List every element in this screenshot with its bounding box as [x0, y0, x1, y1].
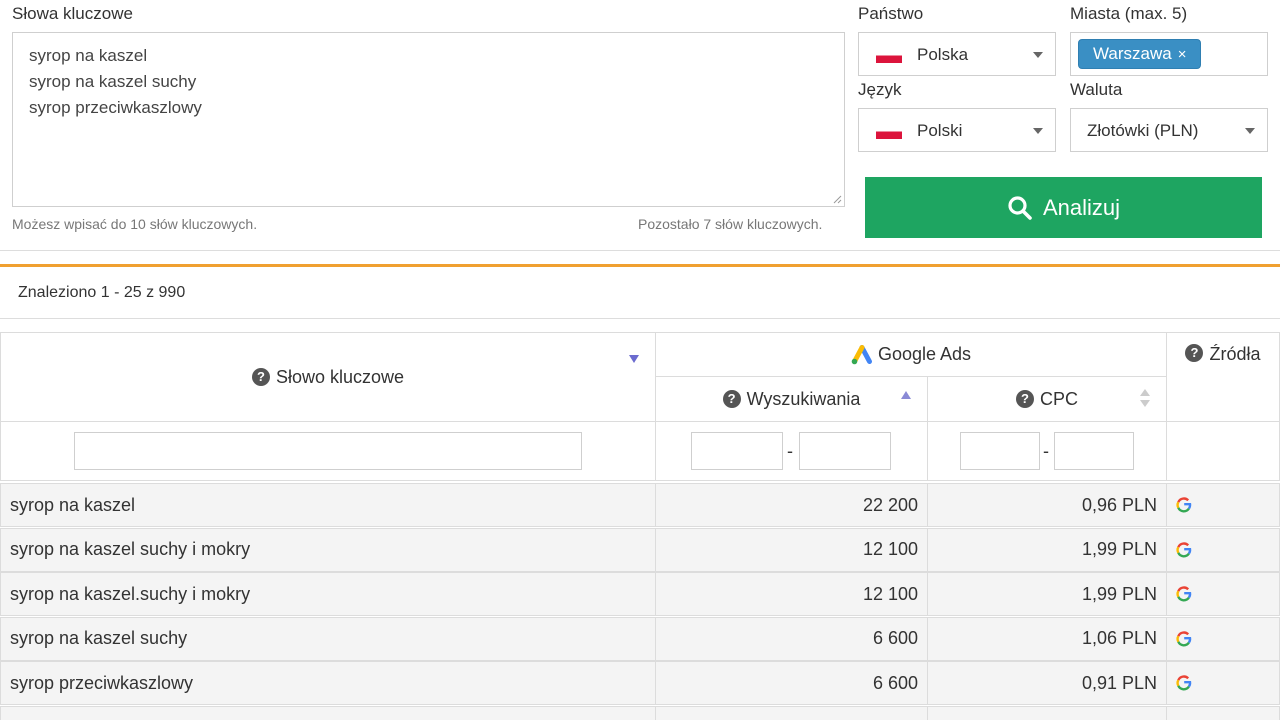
city-tag: Warszawa ×	[1078, 39, 1202, 69]
language-label: Język	[858, 80, 902, 99]
analyze-label: Analizuj	[1042, 194, 1121, 220]
keywords-label: Słowa kluczowe	[12, 4, 133, 23]
filter-cell-keyword	[0, 421, 656, 481]
column-label-searches: Wyszukiwania	[746, 388, 861, 409]
table-row-keyword[interactable]: syrop na kaszel	[0, 483, 656, 527]
keyword-line: syrop przeciwkaszlowy	[29, 98, 202, 117]
analyze-button[interactable]: Analizuj	[865, 177, 1262, 238]
currency-value: Złotówki (PLN)	[1087, 121, 1199, 140]
google-icon	[1176, 497, 1192, 513]
keywords-hint: Możesz wpisać do 10 słów kluczowych.	[12, 216, 258, 232]
divider	[0, 318, 1280, 319]
search-icon	[1008, 195, 1032, 220]
country-select[interactable]: Polska	[858, 32, 1056, 76]
table-row-source[interactable]	[1166, 616, 1280, 661]
table-row-cpc: 0,91 PLN	[927, 661, 1167, 706]
column-label-keyword: Słowo kluczowe	[275, 366, 405, 387]
question-icon: ?	[1015, 390, 1034, 408]
google-icon	[1176, 586, 1192, 602]
table-row-searches: 6 600	[655, 661, 928, 706]
google-icon	[1176, 541, 1192, 558]
google-ads-icon	[851, 344, 872, 364]
table-row-searches: 12 100	[655, 527, 928, 572]
country-label: Państwo	[858, 4, 924, 23]
searches-max-input[interactable]	[799, 432, 891, 470]
keyword-line: syrop na kaszel suchy	[29, 72, 197, 91]
google-icon	[1176, 675, 1192, 691]
searches-min-input[interactable]	[691, 432, 783, 470]
table-row-source[interactable]	[1166, 661, 1280, 706]
table-row-partial	[0, 706, 656, 720]
sort-asc-icon[interactable]	[901, 391, 911, 399]
keywords-textarea[interactable]: syrop na kaszel syrop na kaszel suchy sy…	[12, 32, 845, 207]
table-row-partial	[927, 706, 1167, 720]
poland-flag-icon	[876, 125, 902, 139]
table-row-keyword[interactable]: syrop na kaszel suchy i mokry	[0, 527, 656, 572]
table-row-searches: 22 200	[655, 483, 928, 527]
results-count: Znaleziono 1 - 25 z 990	[18, 284, 186, 301]
range-dash: -	[787, 441, 793, 461]
table-row-cpc: 1,99 PLN	[927, 527, 1167, 572]
question-icon: ?	[251, 368, 270, 386]
column-label-sources: Źródła	[1209, 344, 1261, 364]
column-header-keyword[interactable]: ? Słowo kluczowe	[0, 332, 656, 422]
country-value: Polska	[917, 45, 969, 64]
table-row-partial	[1166, 706, 1280, 720]
filter-cell-cpc: -	[927, 421, 1167, 481]
table-row-cpc: 0,96 PLN	[927, 483, 1167, 527]
table-row-searches: 6 600	[655, 616, 928, 661]
chevron-down-icon	[1033, 52, 1043, 58]
keywords-remaining: Pozostało 7 słów kluczowych.	[638, 216, 823, 232]
city-tag-label: Warszawa	[1093, 44, 1172, 63]
section-divider	[0, 264, 1280, 267]
sort-icon[interactable]	[1140, 389, 1150, 409]
cities-label: Miasta (max. 5)	[1070, 4, 1188, 23]
divider	[0, 250, 1280, 251]
keyword-line: syrop na kaszel	[29, 46, 148, 65]
column-header-searches[interactable]: ? Wyszukiwania	[655, 376, 928, 422]
sort-desc-icon[interactable]	[629, 355, 639, 363]
table-row-keyword[interactable]: syrop na kaszel suchy	[0, 616, 656, 661]
google-icon	[1176, 631, 1192, 647]
table-row-cpc: 1,06 PLN	[927, 616, 1167, 661]
resize-grip-icon[interactable]	[832, 194, 842, 204]
filter-cell-searches: -	[655, 421, 928, 481]
column-group-google-ads: Google Ads	[655, 332, 1167, 377]
table-row-keyword[interactable]: syrop przeciwkaszlowy	[0, 661, 656, 706]
table-row-source[interactable]	[1166, 483, 1280, 527]
filter-cell-sources	[1166, 421, 1280, 481]
language-select[interactable]: Polski	[858, 108, 1056, 152]
currency-label: Waluta	[1070, 80, 1123, 99]
table-row-source[interactable]	[1166, 572, 1280, 617]
chevron-down-icon	[1245, 128, 1255, 134]
column-header-sources: ? Źródła	[1166, 332, 1280, 422]
table-row-partial	[655, 706, 928, 720]
table-row-source[interactable]	[1166, 527, 1280, 572]
column-group-label: Google Ads	[877, 344, 972, 364]
question-icon: ?	[1185, 344, 1204, 362]
column-header-cpc[interactable]: ? CPC	[927, 376, 1167, 422]
language-value: Polski	[917, 121, 963, 140]
table-row-searches: 12 100	[655, 572, 928, 617]
keyword-filter-input[interactable]	[74, 432, 582, 470]
range-dash: -	[1043, 441, 1049, 461]
table-row-keyword[interactable]: syrop na kaszel.suchy i mokry	[0, 572, 656, 617]
cities-input[interactable]: Warszawa ×	[1070, 32, 1268, 76]
cpc-max-input[interactable]	[1054, 432, 1134, 470]
question-icon: ?	[722, 390, 741, 408]
column-label-cpc: CPC	[1039, 388, 1078, 409]
poland-flag-icon	[876, 49, 902, 63]
table-row-cpc: 1,99 PLN	[927, 572, 1167, 617]
remove-tag-icon[interactable]: ×	[1178, 46, 1187, 63]
chevron-down-icon	[1033, 128, 1043, 134]
cpc-min-input[interactable]	[960, 432, 1040, 470]
currency-select[interactable]: Złotówki (PLN)	[1070, 108, 1268, 152]
